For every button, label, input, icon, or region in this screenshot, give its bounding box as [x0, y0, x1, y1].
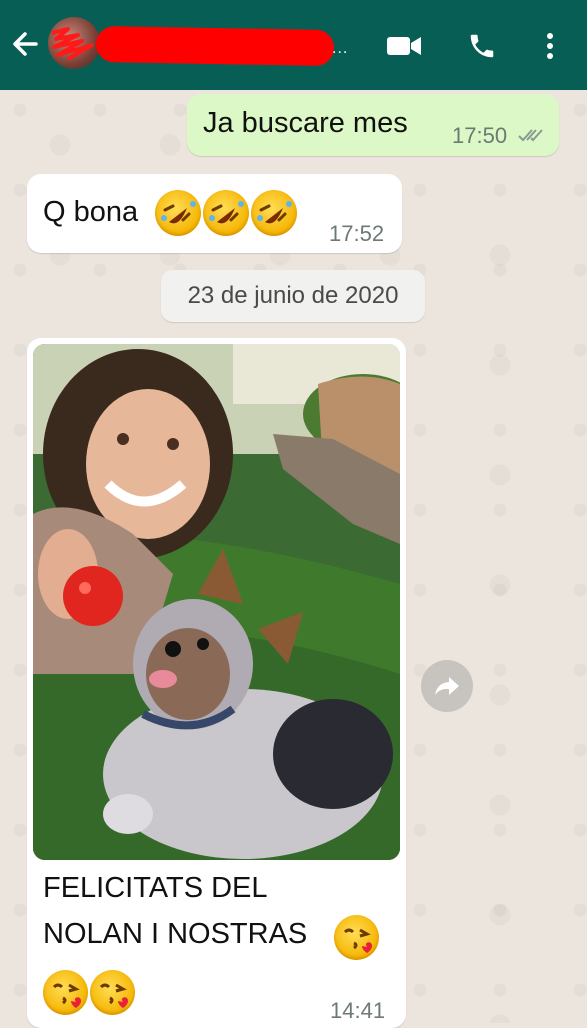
message-time: 17:50: [452, 123, 508, 148]
date-separator: 23 de junio de 2020: [161, 270, 425, 322]
forward-icon: [435, 677, 459, 695]
photo-caption-line: FELICITATS DEL: [43, 872, 268, 904]
photo-caption-line: NOLAN I NOSTRAS: [43, 918, 308, 950]
message-photo[interactable]: [33, 344, 400, 860]
name-ellipsis: ...: [332, 40, 349, 57]
rolling-laughing-emoji-icon: [203, 190, 249, 236]
video-call-icon: [387, 37, 421, 55]
forward-button[interactable]: [421, 660, 473, 712]
voice-call-button[interactable]: [462, 26, 502, 66]
more-vert-icon: [547, 33, 553, 59]
blowing-kiss-emoji-icon: [90, 970, 135, 1015]
arrow-back-icon: [13, 32, 38, 56]
contact-name[interactable]: [100, 22, 330, 66]
message-text: Ja buscare mes: [203, 107, 408, 139]
phone-icon: [470, 34, 494, 58]
message-time: 17:52: [329, 221, 385, 246]
back-button[interactable]: [8, 26, 42, 62]
message-time: 14:41: [330, 998, 386, 1023]
rolling-laughing-emoji-icon: [251, 190, 297, 236]
blowing-kiss-emoji-icon: [334, 915, 379, 960]
contact-avatar[interactable]: [48, 17, 100, 69]
avatar-redaction-scribble: [51, 27, 94, 61]
more-options-button[interactable]: [530, 26, 570, 66]
outgoing-message-bubble[interactable]: Ja buscare mes 17:50: [187, 94, 559, 156]
chat-header: ...: [0, 0, 587, 90]
incoming-message-bubble[interactable]: Q bona 17:52: [27, 174, 402, 253]
rolling-laughing-emoji-icon: [155, 190, 201, 236]
blowing-kiss-emoji-icon: [43, 970, 88, 1015]
double-tick-icon: [518, 129, 543, 142]
photo-girl-and-dog-image: [33, 344, 400, 860]
video-call-button[interactable]: [384, 26, 424, 66]
message-text: Q bona: [43, 196, 139, 228]
